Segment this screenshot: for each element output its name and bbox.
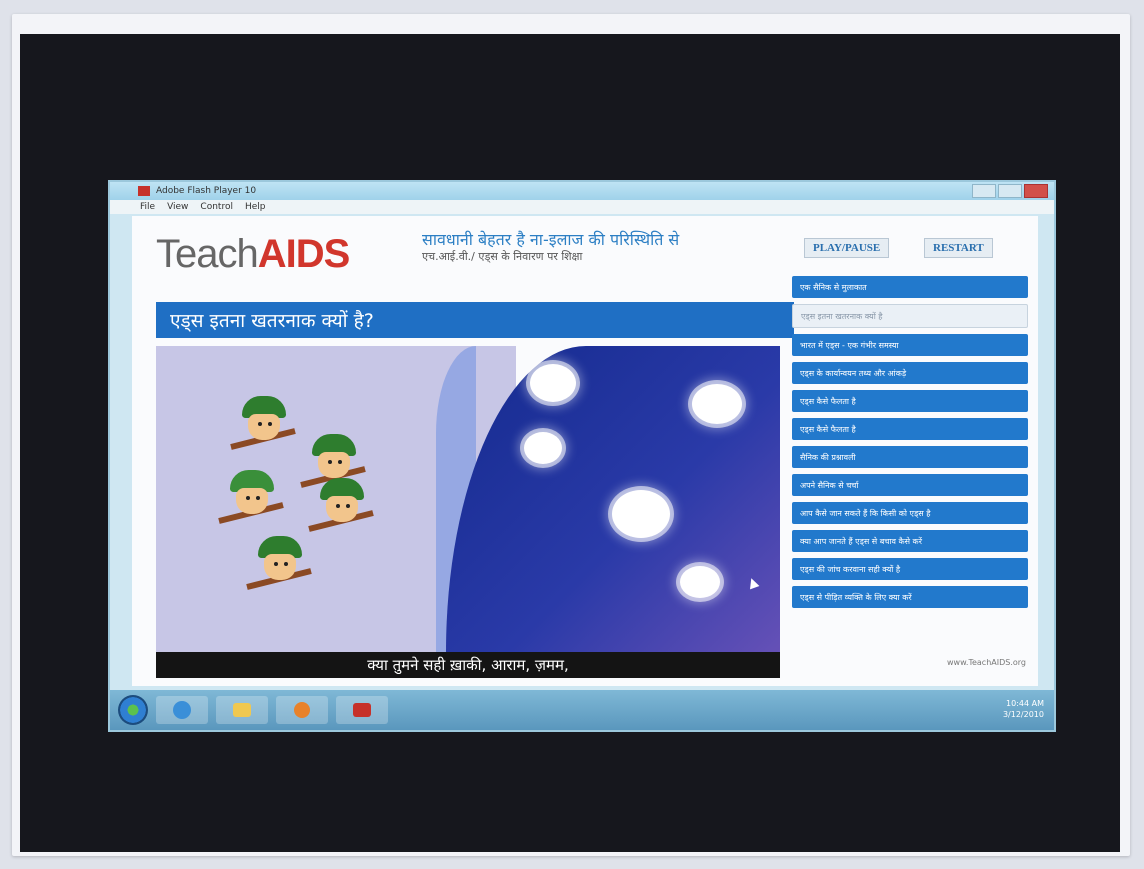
sidebar-item[interactable]: एड्स से पीड़ित व्यक्ति के लिए क्या करें [792,586,1028,608]
teachaids-logo: TeachAIDS [156,232,351,277]
window-titlebar: Adobe Flash Player 10 [110,182,1054,200]
maximize-button[interactable] [998,184,1022,198]
menu-bar: File View Control Help [110,200,1054,214]
logo-aids: AIDS [257,232,351,276]
sidebar-item[interactable]: एक सैनिक से मुलाकात [792,276,1028,298]
soldier-character [230,396,300,452]
sidebar-item[interactable]: एड्स की जांच करवाना सही क्यों है [792,558,1028,580]
windows-taskbar: 10:44 AM 3/12/2010 [110,690,1054,730]
menu-file[interactable]: File [140,202,155,212]
folder-icon [233,703,251,717]
soldier-character [308,478,378,534]
tray-time: 10:44 AM [1006,699,1044,708]
sidebar-item[interactable]: एड्स इतना खतरनाक क्यों है [792,304,1028,328]
soldier-character [246,536,316,592]
logo-teach: Teach [156,232,259,276]
virus-icon [612,490,670,538]
menu-view[interactable]: View [167,202,188,212]
screen: Adobe Flash Player 10 File View Control … [108,180,1056,732]
flash-player-icon [138,186,150,196]
menu-control[interactable]: Control [200,202,233,212]
sidebar-item[interactable]: सैनिक की प्रश्नावली [792,446,1028,468]
sidebar-item[interactable]: एड्स कैसे फैलता है [792,390,1028,412]
restart-button[interactable]: RESTART [924,238,993,258]
windows-start-icon[interactable] [118,695,148,725]
sidebar-item[interactable]: एड्स के कार्यान्वयन तथ्य और आंकड़े [792,362,1028,384]
teachaids-app: TeachAIDS सावधानी बेहतर है ना-इलाज की पर… [132,216,1038,686]
virus-icon [680,566,720,598]
subtitle-bar: क्या तुमने सही ख़ाकी, आराम, ज़मम, [156,652,780,678]
website-link[interactable]: www.TeachAIDS.org [947,658,1026,667]
virus-icon [524,432,562,464]
sidebar-item[interactable]: अपने सैनिक से चर्चा [792,474,1028,496]
folder-taskbar-button[interactable] [216,696,268,724]
sidebar-item[interactable]: क्या आप जानते हैं एड्स से बचाव कैसे करें [792,530,1028,552]
window-controls [972,184,1048,198]
tagline-line1: सावधानी बेहतर है ना-इलाज की परिस्थिति से [422,230,680,249]
sidebar-item[interactable]: भारत में एड्स - एक गंभीर समस्या [792,334,1028,356]
tagline-line2: एच.आई.वी./ एड्स के निवारण पर शिक्षा [422,250,583,263]
flash-taskbar-button[interactable] [336,696,388,724]
animation-stage[interactable] [156,346,780,652]
media-taskbar-button[interactable] [276,696,328,724]
window-title: Adobe Flash Player 10 [156,186,257,196]
ie-icon [173,701,191,719]
minimize-button[interactable] [972,184,996,198]
flash-icon [353,703,371,717]
ie-taskbar-button[interactable] [156,696,208,724]
sidebar-item[interactable]: आप कैसे जान सकते हैं कि किसी को एड्स है [792,502,1028,524]
tagline: सावधानी बेहतर है ना-इलाज की परिस्थिति से… [422,230,802,264]
virus-icon [530,364,576,402]
chapter-sidebar: एक सैनिक से मुलाकात एड्स इतना खतरनाक क्य… [792,276,1028,614]
sidebar-item[interactable]: एड्स कैसे फैलता है [792,418,1028,440]
media-player-icon [294,702,310,718]
menu-help[interactable]: Help [245,202,266,212]
close-button[interactable] [1024,184,1048,198]
soldier-commander [218,470,288,526]
system-tray: 10:44 AM 3/12/2010 [1003,698,1044,720]
tray-date: 3/12/2010 [1002,710,1044,719]
play-pause-button[interactable]: PLAY/PAUSE [804,238,890,258]
question-banner: एड्स इतना खतरनाक क्यों है? [156,302,794,338]
virus-icon [692,384,742,424]
